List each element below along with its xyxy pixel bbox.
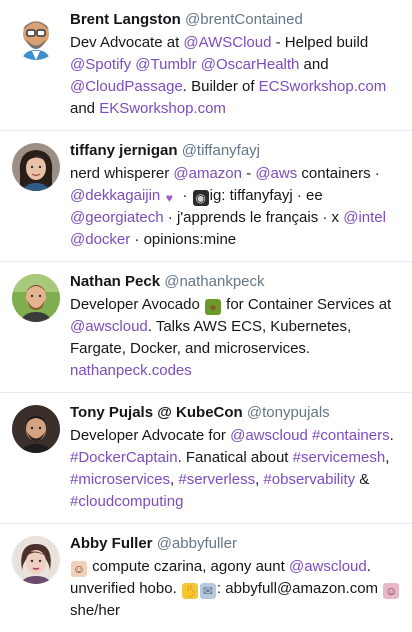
bio-text: containers ·	[297, 165, 380, 182]
bio-text: she/her	[70, 602, 121, 619]
avatar[interactable]	[12, 536, 60, 584]
bio-text: ig: tiffanyfayj · ee	[209, 187, 323, 204]
avatar[interactable]	[12, 405, 60, 453]
bio-text: .	[389, 427, 394, 444]
bio-link[interactable]: @awscloud	[230, 427, 308, 444]
bio-text: -	[241, 165, 256, 182]
profile-name[interactable]: Abby Fuller	[70, 535, 153, 552]
avocado-icon: ●	[204, 299, 221, 315]
bio-link[interactable]: @georgiatech	[70, 209, 164, 226]
bio-link[interactable]: @Tumblr	[135, 56, 196, 73]
camera-icon: ◉	[192, 190, 209, 206]
bio-link[interactable]: #containers	[312, 427, 390, 444]
bio-text: . Builder of	[182, 78, 259, 95]
profile-row[interactable]: Tony Pujals @ KubeCon @tonypujals Develo…	[0, 393, 412, 524]
bio-link[interactable]: #cloudcomputing	[70, 493, 183, 510]
bio-link[interactable]: @CloudPassage	[70, 78, 183, 95]
profile-list: Brent Langston @brentContained Dev Advoc…	[0, 0, 412, 632]
bio-text: compute czarina, agony aunt	[88, 558, 289, 575]
profile-row[interactable]: tiffany jernigan @tiffanyfayj nerd whisp…	[0, 131, 412, 262]
profile-bio: Dev Advocate at @AWSCloud - Helped build…	[70, 32, 404, 120]
profile-content: Brent Langston @brentContained Dev Advoc…	[70, 10, 404, 120]
envelope-arrow-icon: ✉	[199, 583, 216, 599]
profile-handle[interactable]: @brentContained	[185, 11, 303, 28]
avatar[interactable]	[12, 143, 60, 191]
bio-link[interactable]: #DockerCaptain	[70, 449, 178, 466]
bio-text: and	[70, 100, 100, 117]
bio-link[interactable]: #observability	[263, 471, 355, 488]
profile-content: Tony Pujals @ KubeCon @tonypujals Develo…	[70, 403, 404, 513]
bio-text: : abbyfull@amazon.com	[216, 580, 383, 597]
woman-tipping-hand-icon: ☺	[71, 561, 87, 577]
bio-text: · j'apprends le français · x	[163, 209, 344, 226]
bio-text: ,	[385, 449, 390, 466]
purple-heart-icon: ♥	[165, 191, 173, 205]
bio-text: ·	[178, 187, 192, 204]
bio-link[interactable]: EKSworkshop.com	[99, 100, 226, 117]
profile-name[interactable]: tiffany jernigan	[70, 142, 178, 159]
clapping-hands-icon: ✋	[181, 583, 198, 599]
bio-link[interactable]: #servicemesh	[293, 449, 386, 466]
bio-link[interactable]: @docker	[70, 231, 130, 248]
bio-link[interactable]: #microservices	[70, 471, 170, 488]
profile-handle[interactable]: @tonypujals	[247, 404, 330, 421]
profile-name[interactable]: Brent Langston	[70, 11, 181, 28]
avatar[interactable]	[12, 274, 60, 322]
profile-content: Nathan Peck @nathankpeck Developer Avoca…	[70, 272, 404, 382]
bio-link[interactable]: @aws	[255, 165, 297, 182]
bio-link[interactable]: @awscloud	[289, 558, 367, 575]
profile-handle[interactable]: @nathankpeck	[164, 273, 264, 290]
bio-text: and	[299, 56, 329, 73]
bio-link[interactable]: @OscarHealth	[201, 56, 300, 73]
bio-text: nerd whisperer	[70, 165, 174, 182]
bio-link[interactable]: nathanpeck.codes	[70, 362, 192, 379]
bio-text: &	[355, 471, 370, 488]
profile-bio: ☺ compute czarina, agony aunt @awscloud.…	[70, 556, 404, 622]
profile-handle[interactable]: @tiffanyfayj	[182, 142, 260, 159]
profile-handle[interactable]: @abbyfuller	[157, 535, 237, 552]
profile-bio: Developer Advocate for @awscloud #contai…	[70, 425, 404, 513]
bio-link[interactable]: @AWSCloud	[183, 34, 271, 51]
bio-text: Developer Avocado	[70, 296, 204, 313]
woman-raising-hand-icon: ☺	[383, 583, 400, 599]
profile-name[interactable]: Nathan Peck	[70, 273, 160, 290]
profile-bio: Developer Avocado ● for Container Servic…	[70, 294, 404, 382]
profile-content: tiffany jernigan @tiffanyfayj nerd whisp…	[70, 141, 404, 251]
bio-text: Dev Advocate at	[70, 34, 184, 51]
bio-link[interactable]: @intel	[343, 209, 386, 226]
profile-row[interactable]: Brent Langston @brentContained Dev Advoc…	[0, 0, 412, 131]
profile-content: Abby Fuller @abbyfuller ☺ compute czarin…	[70, 534, 404, 622]
bio-text: . Fanatical about	[177, 449, 293, 466]
profile-bio: nerd whisperer @amazon - @aws containers…	[70, 163, 404, 251]
profile-row[interactable]: Nathan Peck @nathankpeck Developer Avoca…	[0, 262, 412, 393]
bio-link[interactable]: #serverless	[178, 471, 255, 488]
bio-link[interactable]: @dekkagaijin	[70, 187, 160, 204]
bio-text: · opinions:mine	[130, 231, 237, 248]
profile-name[interactable]: Tony Pujals @ KubeCon	[70, 404, 243, 421]
bio-link[interactable]: @amazon	[173, 165, 242, 182]
bio-text: - Helped build	[271, 34, 369, 51]
bio-text: for Container Services at	[221, 296, 392, 313]
bio-link[interactable]: @awscloud	[70, 318, 148, 335]
bio-link[interactable]: ECSworkshop.com	[259, 78, 387, 95]
bio-text: Developer Advocate for	[70, 427, 231, 444]
profile-row[interactable]: Abby Fuller @abbyfuller ☺ compute czarin…	[0, 524, 412, 632]
bio-link[interactable]: @Spotify	[70, 56, 131, 73]
avatar[interactable]	[12, 12, 60, 60]
